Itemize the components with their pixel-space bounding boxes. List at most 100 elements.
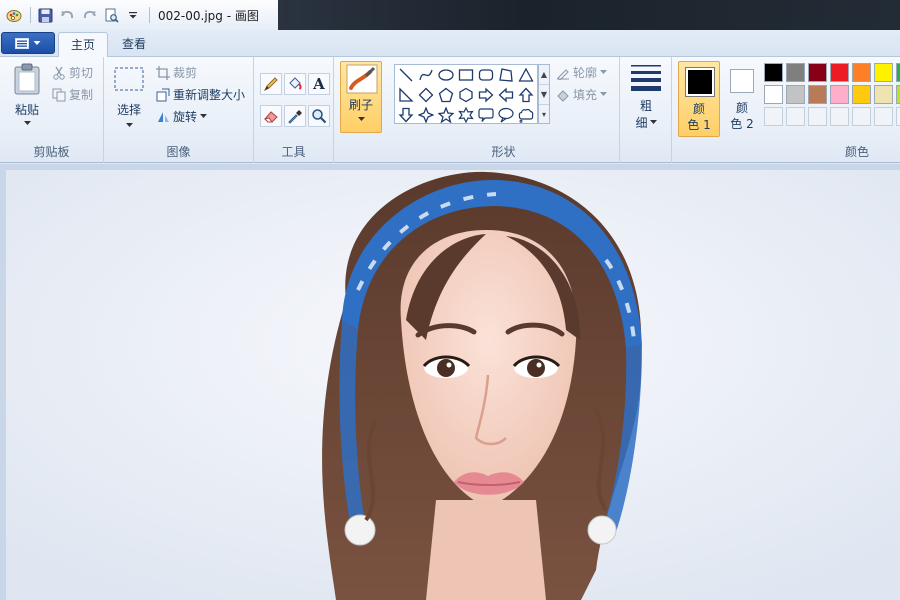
select-button[interactable]: 选择 <box>110 65 148 128</box>
chevron-down-icon <box>125 123 133 127</box>
size-label-line2: 细 <box>635 116 648 130</box>
tab-home[interactable]: 主页 <box>58 32 109 58</box>
copy-button[interactable]: 复制 <box>52 86 93 103</box>
colors-group: 颜 色 1 颜 色 2 颜色 <box>672 57 900 163</box>
pentagon-shape-icon[interactable] <box>436 85 456 105</box>
color-swatch[interactable] <box>896 63 900 82</box>
right-arrow-shape-icon[interactable] <box>476 85 496 105</box>
curve-shape-icon[interactable] <box>416 65 436 85</box>
text-icon[interactable]: A <box>308 73 330 95</box>
crop-icon <box>156 65 170 80</box>
brushes-button[interactable]: 刷子 <box>340 61 382 133</box>
size-button[interactable]: 粗 细 <box>628 63 664 131</box>
print-preview-icon[interactable] <box>101 5 121 25</box>
file-menu-button[interactable] <box>1 32 55 54</box>
color-swatch[interactable] <box>896 85 900 104</box>
color-swatch[interactable] <box>874 85 893 104</box>
file-menu-icon <box>15 37 29 49</box>
color-swatch[interactable] <box>874 63 893 82</box>
outline-button[interactable]: 轮廓 <box>556 64 608 81</box>
tools-group-label: 工具 <box>281 145 306 159</box>
paint-app-icon[interactable] <box>4 5 24 25</box>
select-icon <box>114 67 144 91</box>
left-arrow-shape-icon[interactable] <box>496 85 516 105</box>
color2-label-line1: 颜 <box>735 101 748 115</box>
rounded-rectangle-shape-icon[interactable] <box>476 65 496 85</box>
rectangle-shape-icon[interactable] <box>456 65 476 85</box>
six-point-star-shape-icon[interactable] <box>456 105 476 125</box>
custom-color-slot[interactable] <box>874 107 893 126</box>
redo-icon[interactable] <box>79 5 99 25</box>
up-arrow-shape-icon[interactable] <box>516 85 536 105</box>
undo-icon[interactable] <box>57 5 77 25</box>
paste-button[interactable]: 粘贴 <box>8 63 46 126</box>
polygon-shape-icon[interactable] <box>496 65 516 85</box>
image-canvas[interactable] <box>6 170 900 600</box>
color-swatch[interactable] <box>786 63 805 82</box>
diamond-shape-icon[interactable] <box>416 85 436 105</box>
color-picker-icon[interactable] <box>284 105 306 127</box>
gallery-expand-icon[interactable]: ▾ <box>539 105 549 125</box>
ribbon: 粘贴 剪切 复制 剪贴板 选择 裁剪 重新调整大小 旋转 图像 A 工具 刷子 … <box>0 57 900 163</box>
color1-button[interactable]: 颜 色 1 <box>678 61 720 137</box>
oval-shape-icon[interactable] <box>436 65 456 85</box>
toolbar-separator <box>149 7 150 23</box>
color-swatch[interactable] <box>808 63 827 82</box>
toolbar-separator <box>30 7 31 23</box>
five-point-star-shape-icon[interactable] <box>436 105 456 125</box>
line-shape-icon[interactable] <box>396 65 416 85</box>
cloud-callout-shape-icon[interactable] <box>516 105 536 125</box>
custom-color-slot[interactable] <box>852 107 871 126</box>
color2-label-line2: 色 2 <box>730 117 754 131</box>
scroll-up-icon[interactable]: ▲ <box>539 65 549 85</box>
paste-icon <box>14 63 40 95</box>
rotate-label: 旋转 <box>173 110 198 124</box>
down-arrow-shape-icon[interactable] <box>396 105 416 125</box>
color-swatch[interactable] <box>764 85 783 104</box>
shapes-gallery <box>394 64 538 124</box>
color2-swatch <box>730 69 754 93</box>
magnifier-icon[interactable] <box>308 105 330 127</box>
resize-button[interactable]: 重新调整大小 <box>156 86 245 103</box>
rounded-callout-shape-icon[interactable] <box>476 105 496 125</box>
fill-shape-button[interactable]: 填充 <box>556 86 608 103</box>
color-swatch[interactable] <box>830 63 849 82</box>
colors-group-label: 颜色 <box>844 145 869 159</box>
color-swatch[interactable] <box>808 85 827 104</box>
crop-button[interactable]: 裁剪 <box>156 64 197 81</box>
color2-button[interactable]: 颜 色 2 <box>724 61 760 137</box>
shapes-gallery-scrollbar[interactable]: ▲ ▼ ▾ <box>538 64 550 124</box>
pencil-icon[interactable] <box>260 73 282 95</box>
custom-color-slot[interactable] <box>808 107 827 126</box>
chevron-down-icon <box>600 70 608 74</box>
custom-color-slot[interactable] <box>786 107 805 126</box>
triangle-shape-icon[interactable] <box>516 65 536 85</box>
save-icon[interactable] <box>35 5 55 25</box>
color-swatch[interactable] <box>786 85 805 104</box>
rotate-button[interactable]: 旋转 <box>156 108 208 125</box>
outline-icon <box>557 68 569 80</box>
cut-button[interactable]: 剪切 <box>52 64 93 81</box>
eraser-icon[interactable] <box>260 105 282 127</box>
right-triangle-shape-icon[interactable] <box>396 85 416 105</box>
oval-callout-shape-icon[interactable] <box>496 105 516 125</box>
color-swatch[interactable] <box>852 85 871 104</box>
custom-color-slot[interactable] <box>830 107 849 126</box>
four-point-star-shape-icon[interactable] <box>416 105 436 125</box>
color-swatch[interactable] <box>830 85 849 104</box>
scroll-down-icon[interactable]: ▼ <box>539 85 549 105</box>
custom-color-slot[interactable] <box>764 107 783 126</box>
chevron-down-icon <box>200 114 208 118</box>
color1-swatch <box>688 70 712 94</box>
customize-dropdown-icon[interactable] <box>123 5 143 25</box>
hexagon-shape-icon[interactable] <box>456 85 476 105</box>
tab-view[interactable]: 查看 <box>110 32 158 58</box>
image-group-label: 图像 <box>166 145 191 159</box>
title-bar-background <box>278 0 900 30</box>
chevron-down-icon <box>33 41 41 45</box>
crop-label: 裁剪 <box>173 66 198 80</box>
custom-color-slot[interactable] <box>896 107 900 126</box>
color-swatch[interactable] <box>852 63 871 82</box>
fill-icon[interactable] <box>284 73 306 95</box>
color-swatch[interactable] <box>764 63 783 82</box>
